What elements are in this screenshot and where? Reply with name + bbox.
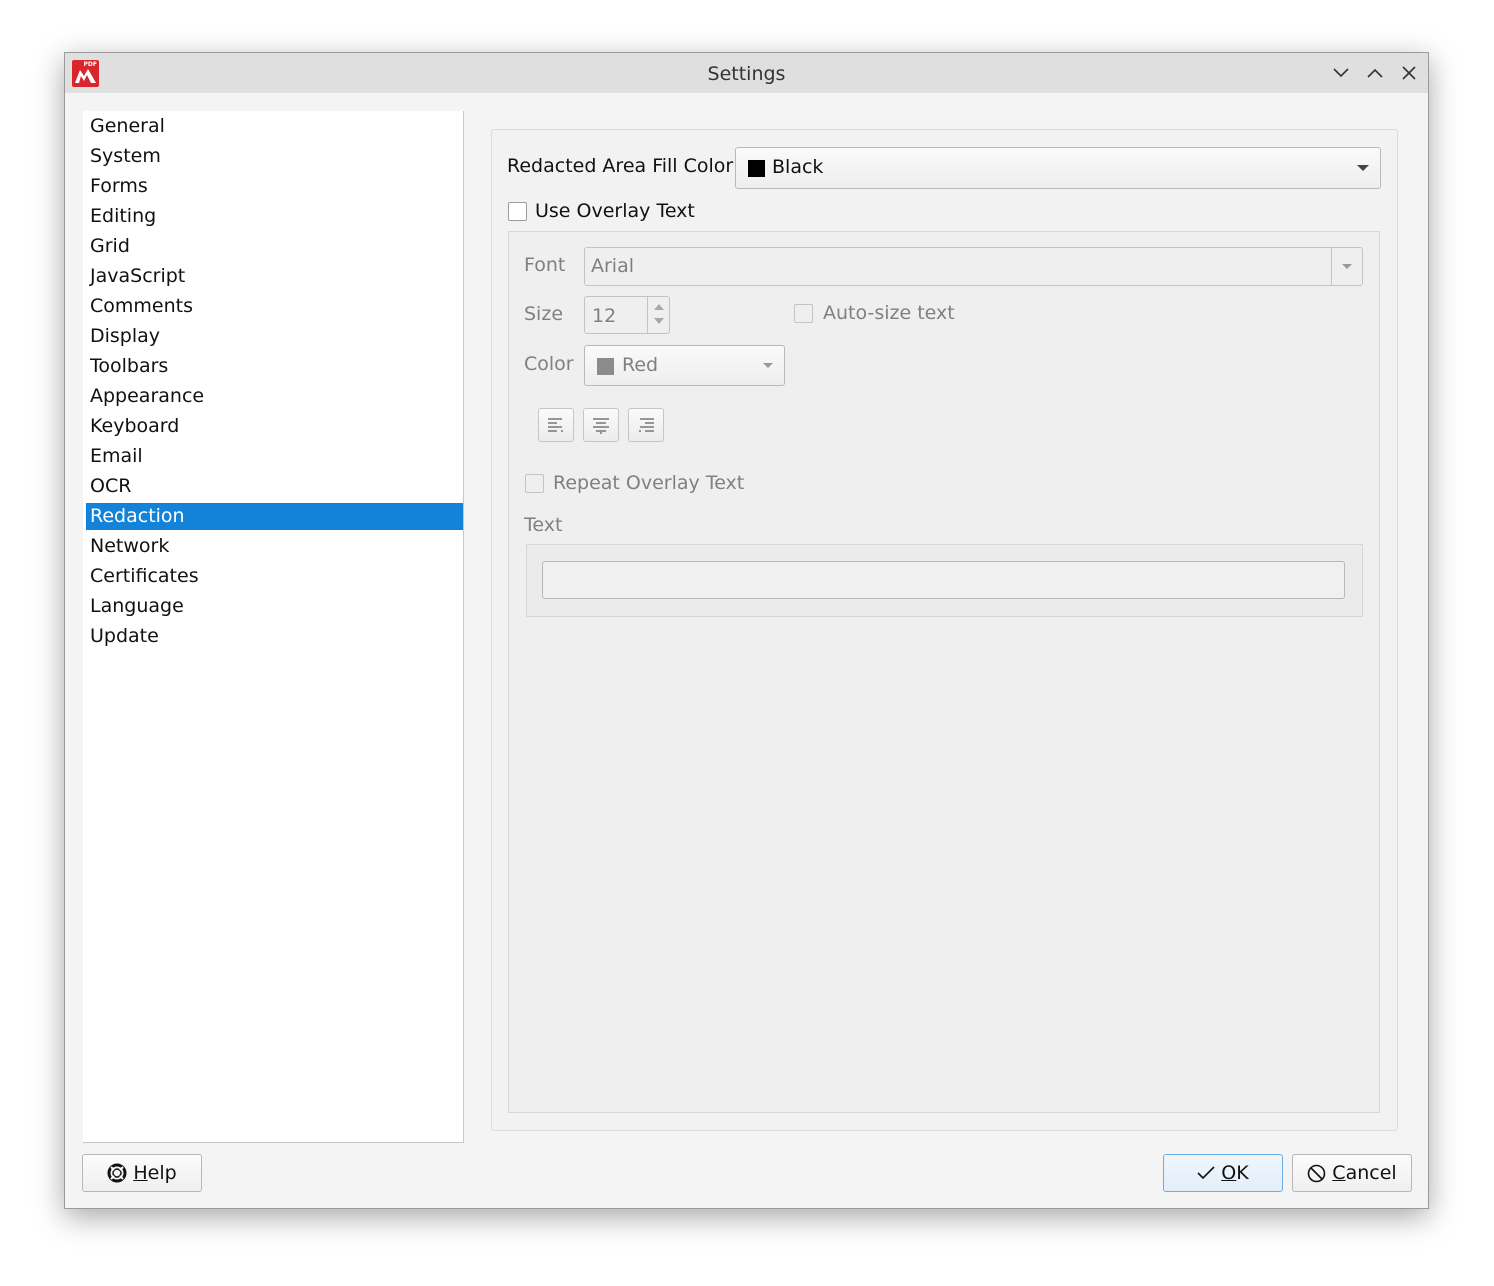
- use-overlay-text-checkbox[interactable]: [508, 202, 527, 221]
- chevron-down-icon: [1357, 165, 1369, 171]
- sidebar-item-redaction[interactable]: Redaction: [86, 503, 463, 530]
- settings-dialog: PDF Settings General System Forms Editin…: [64, 52, 1429, 1209]
- sidebar-item-keyboard[interactable]: Keyboard: [86, 413, 463, 440]
- help-button[interactable]: Help: [82, 1154, 202, 1192]
- sidebar-item-toolbars[interactable]: Toolbars: [86, 353, 463, 380]
- spin-down-icon[interactable]: [654, 318, 664, 324]
- repeat-overlay-text-label: Repeat Overlay Text: [553, 472, 745, 494]
- align-left-icon: [548, 418, 563, 432]
- use-overlay-text-label: Use Overlay Text: [535, 200, 695, 222]
- align-center-button[interactable]: [583, 408, 619, 442]
- align-right-button[interactable]: [628, 408, 664, 442]
- sidebar-item-language[interactable]: Language: [86, 593, 463, 620]
- spin-up-icon[interactable]: [654, 304, 664, 310]
- chevron-up-icon: [1367, 68, 1383, 78]
- text-color-dropdown[interactable]: Red: [584, 345, 785, 386]
- sidebar-item-certificates[interactable]: Certificates: [86, 563, 463, 590]
- align-center-icon: [593, 418, 609, 434]
- chevron-down-icon: [763, 363, 773, 368]
- overlay-text-input[interactable]: [542, 561, 1345, 599]
- sidebar-item-system[interactable]: System: [86, 143, 463, 170]
- close-icon: [1402, 66, 1416, 80]
- checkmark-icon: [1197, 1166, 1215, 1180]
- text-color-swatch: [597, 358, 614, 375]
- auto-size-text-label: Auto-size text: [823, 302, 955, 324]
- text-label: Text: [524, 514, 563, 536]
- sidebar-item-appearance[interactable]: Appearance: [86, 383, 463, 410]
- sidebar-item-forms[interactable]: Forms: [86, 173, 463, 200]
- sidebar-item-ocr[interactable]: OCR: [86, 473, 463, 500]
- settings-category-list: General System Forms Editing Grid JavaSc…: [83, 111, 464, 1143]
- sidebar-item-email[interactable]: Email: [86, 443, 463, 470]
- repeat-overlay-text-checkbox[interactable]: [525, 474, 544, 493]
- size-label: Size: [524, 303, 564, 325]
- fill-color-dropdown[interactable]: Black: [735, 147, 1381, 189]
- sidebar-item-grid[interactable]: Grid: [86, 233, 463, 260]
- close-button[interactable]: [1397, 61, 1421, 85]
- sidebar-item-comments[interactable]: Comments: [86, 293, 463, 320]
- fill-color-label: Redacted Area Fill Color: [507, 155, 734, 177]
- size-value: 12: [592, 305, 617, 327]
- chevron-down-icon: [1342, 264, 1352, 269]
- ok-button[interactable]: OK: [1163, 1154, 1283, 1192]
- maximize-button[interactable]: [1363, 61, 1387, 85]
- align-left-button[interactable]: [538, 408, 574, 442]
- sidebar-item-general[interactable]: General: [86, 113, 463, 140]
- color-label: Color: [524, 353, 574, 375]
- sidebar-item-update[interactable]: Update: [86, 623, 463, 650]
- cancel-label: Cancel: [1332, 1162, 1397, 1184]
- size-spinbox[interactable]: 12: [584, 296, 670, 334]
- title-bar: PDF Settings: [65, 53, 1428, 93]
- chevron-down-icon: [1333, 68, 1349, 78]
- minimize-button[interactable]: [1329, 61, 1353, 85]
- font-value: Arial: [591, 255, 635, 277]
- cancel-button[interactable]: Cancel: [1292, 1154, 1412, 1192]
- align-right-icon: [639, 418, 654, 432]
- ok-label: OK: [1221, 1162, 1249, 1184]
- sidebar-item-javascript[interactable]: JavaScript: [86, 263, 463, 290]
- sidebar-item-display[interactable]: Display: [86, 323, 463, 350]
- cancel-icon: [1307, 1164, 1326, 1182]
- help-label: Help: [133, 1162, 177, 1184]
- fill-color-swatch: [748, 160, 765, 177]
- sidebar-item-editing[interactable]: Editing: [86, 203, 463, 230]
- text-color-value: Red: [622, 354, 659, 376]
- sidebar-item-network[interactable]: Network: [86, 533, 463, 560]
- font-label: Font: [524, 254, 566, 276]
- auto-size-text-checkbox[interactable]: [794, 304, 813, 323]
- font-dropdown[interactable]: Arial: [584, 247, 1363, 286]
- fill-color-value: Black: [772, 156, 824, 178]
- lifebuoy-icon: [107, 1163, 127, 1183]
- window-title: Settings: [707, 63, 786, 85]
